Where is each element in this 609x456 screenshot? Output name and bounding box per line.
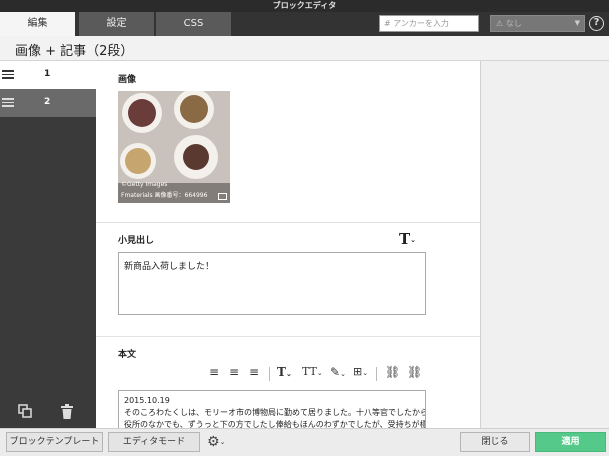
unlink-icon[interactable]: ⛓ <box>407 365 422 383</box>
drag-handle-icon[interactable] <box>2 98 14 107</box>
image-section-label: 画像 <box>118 75 137 85</box>
subheading-label: 小見出し <box>118 236 155 246</box>
block-sidebar: 1 2 <box>0 61 96 428</box>
body-line: 2015.10.19 <box>124 396 170 405</box>
subheading-input[interactable]: 新商品入荷しました！ <box>118 252 426 315</box>
block-template-button[interactable]: ブロックテンプレート <box>6 432 103 452</box>
body-label: 本文 <box>118 350 137 360</box>
align-right-icon[interactable]: ≡ <box>249 365 259 383</box>
anchor-input[interactable]: # アンカーを入力 <box>379 15 479 32</box>
body-toolbar: ≡ ≡ ≡ T⌄ TT⌄ ✎⌄ ⊞⌄ ⛓ ⛓ <box>209 365 429 383</box>
text-style-icon[interactable]: T⌄ <box>277 365 292 383</box>
duplicate-icon[interactable] <box>18 404 32 418</box>
page-header: 画像 + 記事（2段） <box>0 36 609 61</box>
link-icon[interactable]: ⛓ <box>385 365 400 383</box>
drag-handle-icon[interactable] <box>2 70 14 79</box>
align-center-icon[interactable]: ≡ <box>229 365 239 383</box>
block-content: 画像 ©Getty Images Fmaterials 画像番号：664996 … <box>96 61 480 428</box>
image-caption: ©Getty Images <box>121 181 168 188</box>
apply-button[interactable]: 適用 <box>535 432 606 452</box>
section-divider <box>96 336 480 337</box>
anchor-placeholder: アンカーを入力 <box>393 19 449 28</box>
block-editor-window: ブロックエディタ 編集 設定 CSS # アンカーを入力 ⚠ なし ▼ ? 画像… <box>0 0 609 456</box>
image-credit: Fmaterials 画像番号：664996 <box>121 192 208 199</box>
sidebar-item-2[interactable]: 2 <box>0 89 96 117</box>
font-size-icon[interactable]: TT⌄ <box>302 365 323 383</box>
right-panel <box>480 61 609 428</box>
window-title: ブロックエディタ <box>0 0 609 12</box>
tab-bar: 編集 設定 CSS # アンカーを入力 ⚠ なし ▼ ? <box>0 12 609 36</box>
image-thumbnail[interactable]: ©Getty Images Fmaterials 画像番号：664996 <box>118 91 230 203</box>
trash-icon[interactable] <box>60 404 74 419</box>
hash-icon: # <box>384 19 391 28</box>
page-title: 画像 + 記事（2段） <box>15 44 134 59</box>
sidebar-item-label: 2 <box>44 97 51 107</box>
sidebar-item-label: 1 <box>44 69 51 79</box>
tab-edit[interactable]: 編集 <box>0 12 75 36</box>
sidebar-item-1[interactable]: 1 <box>0 61 96 89</box>
close-button[interactable]: 閉じる <box>460 432 530 452</box>
section-divider <box>96 222 480 223</box>
body-textarea[interactable]: 2015.10.19 そのころわたくしは、モリーオ市の博物局に勤めて居りました。… <box>118 390 426 428</box>
help-icon[interactable]: ? <box>589 16 604 31</box>
text-style-icon[interactable]: T⌄ <box>399 230 416 248</box>
warning-icon: ⚠ <box>496 19 504 28</box>
editor-mode-button[interactable]: エディタモード <box>108 432 200 452</box>
gear-icon[interactable]: ⚙⌄ <box>207 434 225 450</box>
tab-css[interactable]: CSS <box>156 12 231 36</box>
body-line: そのころわたくしは、モリーオ市の博物局に勤めて居りました。十八等官でしたから <box>124 408 426 417</box>
tab-settings[interactable]: 設定 <box>79 12 154 36</box>
chevron-down-icon: ▼ <box>574 19 580 27</box>
body-line: 役所のなかでも、ずうっと下の方でしたし俸給もほんのわずかでしたが、受持ちが標 <box>124 420 426 428</box>
table-icon[interactable]: ⊞⌄ <box>353 365 368 383</box>
anchor-select-value: なし <box>505 19 522 28</box>
anchor-select[interactable]: ⚠ なし ▼ <box>490 15 585 32</box>
footer-bar: ブロックテンプレート エディタモード ⚙⌄ 閉じる 適用 <box>0 428 609 456</box>
color-picker-icon[interactable]: ✎⌄ <box>330 365 346 383</box>
align-left-icon[interactable]: ≡ <box>209 365 219 383</box>
image-icon[interactable] <box>218 193 227 200</box>
